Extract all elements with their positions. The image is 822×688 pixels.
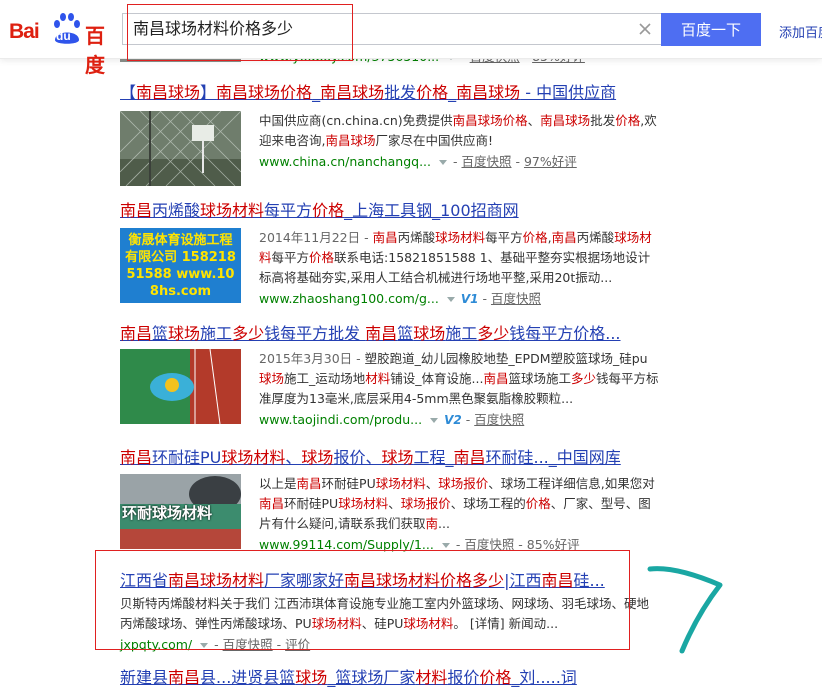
- result-title[interactable]: 南昌环耐硅PU球场材料、球场报价、球场工程_南昌环耐硅..._中国网库: [120, 448, 680, 468]
- basketball-court-fence-image: [120, 111, 241, 186]
- result-meta: www.china.cn/nanchangq... - 百度快照 - 97%好评: [259, 154, 577, 169]
- result-title[interactable]: 新建县南昌县...进贤县篮球场_篮球场厂家材料报价价格_刘.....词: [120, 668, 680, 688]
- result-abstract: 2015年3月30日 - 塑胶跑道_幼儿园橡胶地垫_EPDM塑胶篮球场_硅pu球…: [259, 349, 659, 409]
- result-meta: www.taojindi.com/produ... V2- 百度快照: [259, 412, 525, 427]
- rating-link[interactable]: 评价: [285, 637, 310, 652]
- result-meta: www.zhaoshang100.com/g... V1- 百度快照: [259, 291, 541, 306]
- snapshot-link[interactable]: 百度快照: [464, 537, 514, 552]
- result-thumbnail[interactable]: [120, 111, 241, 186]
- dropdown-icon[interactable]: [446, 296, 455, 302]
- search-result: 南昌篮球场施工多少钱每平方批发 南昌篮球场施工多少钱每平方价格... 2015年…: [120, 324, 680, 427]
- result-date: 2015年3月30日 -: [259, 351, 365, 366]
- search-button[interactable]: 百度一下: [661, 13, 761, 46]
- thumbnail-caption: 环耐球场材料: [122, 504, 213, 522]
- verified-v1-icon[interactable]: V1: [461, 292, 479, 306]
- search-header: Bai du 百度 百度一下 添加百度: [0, 0, 822, 77]
- search-result: 新建县南昌县...进贤县篮球场_篮球场厂家材料报价价格_刘.....词: [120, 668, 680, 688]
- annotation-seven-scribble: [647, 566, 723, 654]
- clear-icon[interactable]: [637, 21, 653, 37]
- result-abstract: 以上是南昌环耐硅PU球场材料、球场报价、球场工程详细信息,如果您对南昌环耐硅PU…: [259, 476, 655, 531]
- snapshot-link[interactable]: 百度快照: [461, 154, 511, 169]
- logo-text-du: du: [56, 29, 71, 43]
- rating-link[interactable]: 85%好评: [527, 537, 580, 552]
- result-url[interactable]: jxpqty.com/: [120, 637, 192, 652]
- result-title[interactable]: 【南昌球场】南昌球场价格_南昌球场批发价格_南昌球场 - 中国供应商: [120, 83, 680, 103]
- result-thumbnail[interactable]: 环耐球场材料: [120, 474, 241, 549]
- search-input[interactable]: [133, 14, 613, 44]
- dropdown-icon[interactable]: [200, 642, 209, 648]
- search-result: 南昌环耐硅PU球场材料、球场报价、球场工程_南昌环耐硅..._中国网库 环耐球场…: [120, 448, 680, 552]
- snapshot-link[interactable]: 百度快照: [223, 637, 273, 652]
- rating-link[interactable]: 97%好评: [524, 154, 577, 169]
- search-box: [122, 13, 662, 45]
- dropdown-icon[interactable]: [441, 542, 450, 548]
- rubber-court-image: [120, 349, 241, 424]
- snapshot-link[interactable]: 百度快照: [491, 291, 541, 306]
- logo-text-bai: Bai: [9, 20, 40, 43]
- result-abstract: 贝斯特丙烯酸材料关于我们 江西沛琪体育设施专业施工室内外篮球场、网球场、羽毛球场…: [120, 596, 649, 631]
- result-thumbnail[interactable]: [120, 349, 241, 424]
- search-result: 【南昌球场】南昌球场价格_南昌球场批发价格_南昌球场 - 中国供应商 中国供应商…: [120, 83, 680, 186]
- result-thumbnail[interactable]: 衡晟体育设施工程有限公司 15821851588 www.108hs.com: [120, 228, 241, 303]
- result-title[interactable]: 江西省南昌球场材料厂家哪家好南昌球场材料价格多少|江西南昌硅...: [120, 571, 680, 591]
- result-abstract: 中国供应商(cn.china.cn)免费提供南昌球场价格、南昌球场批发价格,欢迎…: [259, 113, 657, 148]
- result-date: 2014年11月22日 -: [259, 230, 373, 245]
- result-meta: www.99114.com/Supply/1... - 百度快照 - 85%好评: [259, 537, 580, 552]
- search-result: 南昌丙烯酸球场材料每平方价格_上海工具钢_100招商网 衡晟体育设施工程有限公司…: [120, 201, 680, 306]
- result-meta: jxpqty.com/- 百度快照 - 评价: [120, 637, 311, 652]
- result-abstract: 2014年11月22日 - 南昌丙烯酸球场材料每平方价格,南昌丙烯酸球场材料每平…: [259, 228, 659, 288]
- result-url[interactable]: www.china.cn/nanchangq...: [259, 154, 431, 169]
- dropdown-icon[interactable]: [430, 417, 439, 423]
- result-url[interactable]: www.taojindi.com/produ...: [259, 412, 422, 427]
- logo-text-baidu: 百度: [85, 24, 105, 77]
- search-result: 江西省南昌球场材料厂家哪家好南昌球场材料价格多少|江西南昌硅... 贝斯特丙烯酸…: [120, 571, 680, 654]
- result-title[interactable]: 南昌篮球场施工多少钱每平方批发 南昌篮球场施工多少钱每平方价格...: [120, 324, 680, 344]
- verified-v2-icon[interactable]: V2: [444, 413, 462, 427]
- result-title[interactable]: 南昌丙烯酸球场材料每平方价格_上海工具钢_100招商网: [120, 201, 680, 221]
- thumbnail-caption: 衡晟体育设施工程有限公司 15821851588 www.108hs.com: [125, 233, 236, 299]
- add-baidu-link[interactable]: 添加百度: [779, 22, 822, 41]
- result-url[interactable]: www.99114.com/Supply/1...: [259, 537, 434, 552]
- baidu-logo[interactable]: Bai du 百度: [9, 10, 113, 77]
- dropdown-icon[interactable]: [439, 159, 447, 165]
- snapshot-link[interactable]: 百度快照: [474, 412, 524, 427]
- result-url[interactable]: www.zhaoshang100.com/g...: [259, 291, 439, 306]
